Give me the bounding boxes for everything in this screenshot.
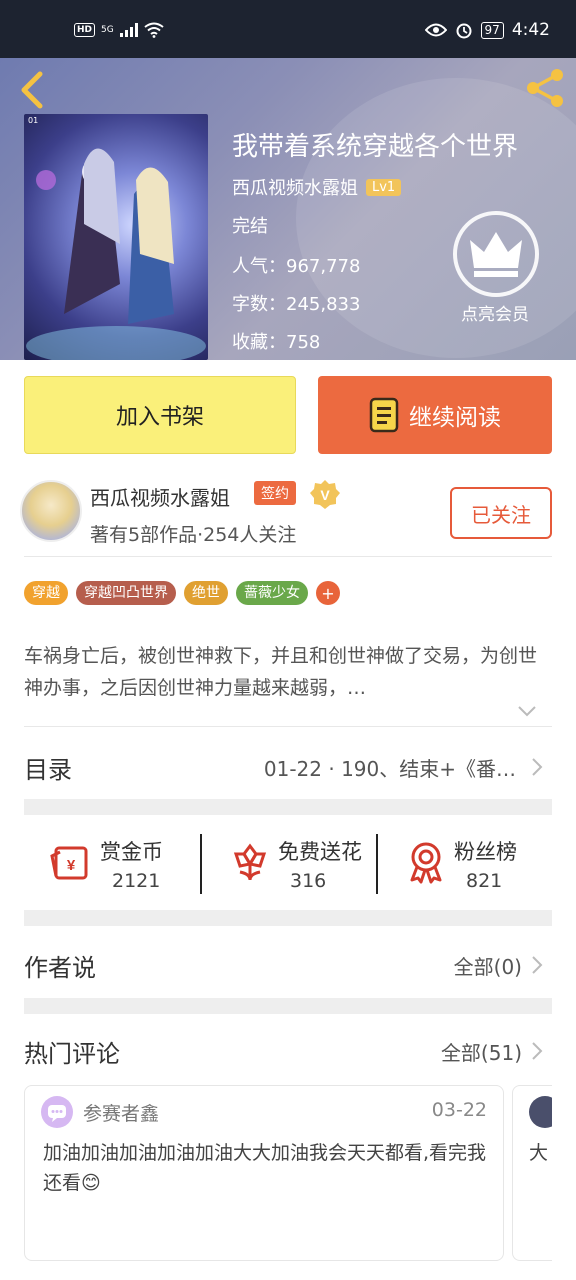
chevron-right-icon (532, 1042, 543, 1060)
stat-value: 2121 (112, 870, 161, 892)
hot-comments-header[interactable]: 热门评论 全部(51) (24, 1024, 552, 1078)
crown-icon[interactable] (452, 210, 540, 298)
chevron-right-icon (532, 956, 543, 974)
tag-item[interactable]: 蔷薇少女 (236, 581, 308, 605)
svg-text:V: V (320, 487, 330, 503)
cover-illustration (26, 148, 206, 360)
more-tags-button[interactable]: + (316, 581, 340, 605)
stat-label: 赏金币 (100, 840, 163, 864)
medal-icon (410, 842, 442, 884)
book-popularity: 人气：967,778 (232, 256, 361, 277)
stat-label: 粉丝榜 (454, 840, 517, 864)
stat-label: 免费送花 (278, 840, 362, 864)
share-icon[interactable] (524, 66, 566, 110)
comment-text: 加油加油加油加油加油大大加油我会天天都看,看完我还看😊 (43, 1142, 487, 1194)
battery-indicator: 97 (480, 21, 504, 39)
book-author[interactable]: 西瓜视频水露姐 (232, 174, 358, 200)
chevron-right-icon (532, 758, 543, 776)
comment-card[interactable]: 参赛者鑫 03-22 加油加油加油加油加油大大加油我会天天都看,看完我还看😊 (24, 1085, 504, 1261)
verified-v-icon: V (310, 480, 340, 509)
follow-button[interactable]: 已关注 (450, 487, 552, 539)
section-title: 作者说 (24, 953, 96, 982)
back-icon[interactable] (14, 70, 48, 110)
toc-latest-chapter: 01-22 · 190、结束+《番… (263, 756, 516, 781)
comment-avatar[interactable] (41, 1096, 73, 1128)
tag-item[interactable]: 绝世 (184, 581, 228, 605)
flower-icon (233, 843, 267, 881)
book-author-line: 西瓜视频水露姐 Lv1 (232, 174, 402, 200)
reward-coins-stat[interactable]: ¥ 赏金币 2121 (24, 828, 200, 902)
add-to-shelf-button[interactable]: 加入书架 (24, 376, 296, 454)
tag-list: 穿越 穿越凹凸世界 绝世 蔷薇少女 + (24, 581, 340, 605)
signed-badge: 签约 (254, 481, 296, 505)
book-favorites: 收藏：758 (232, 332, 321, 353)
continue-reading-label: 继续阅读 (409, 405, 501, 431)
red-envelope-icon: ¥ (50, 846, 88, 880)
comment-avatar[interactable] (529, 1096, 552, 1128)
eye-icon (424, 23, 447, 37)
follow-label: 已关注 (471, 502, 531, 527)
book-icon (369, 397, 399, 433)
svg-text:¥: ¥ (67, 857, 76, 874)
status-bar: HD 5G 97 4:42 (0, 0, 576, 58)
author-stats: 著有5部作品·254人关注 (90, 524, 297, 546)
author-level-badge: Lv1 (366, 178, 402, 196)
comment-date: 03-22 (431, 1099, 487, 1121)
cover-tag: 01 (28, 116, 39, 125)
book-description[interactable]: 车祸身亡后，被创世神救下，并且和创世神做了交易，为创世神办事，之后因创世神力量越… (24, 640, 550, 704)
expand-chevron-icon[interactable] (516, 700, 538, 722)
book-word-count: 字数：245,833 (232, 294, 361, 315)
author-avatar[interactable] (20, 480, 82, 542)
book-title: 我带着系统穿越各个世界 (232, 132, 519, 162)
book-status: 完结 (232, 216, 268, 237)
stat-value: 316 (290, 870, 327, 892)
network-indicator: 5G (101, 25, 114, 35)
alarm-icon (456, 23, 472, 39)
tag-item[interactable]: 穿越 (24, 581, 68, 605)
clock: 4:42 (511, 20, 550, 40)
table-of-contents-row[interactable]: 目录 01-22 · 190、结束+《番… (24, 740, 552, 794)
hd-indicator: HD (74, 23, 96, 37)
view-all-link: 全部(51) (440, 1040, 522, 1065)
author-name[interactable]: 西瓜视频水露姐 (90, 482, 230, 511)
fan-ranking-stat[interactable]: 粉丝榜 821 (378, 828, 554, 902)
divider (24, 726, 552, 727)
comment-card[interactable]: 大 (512, 1085, 552, 1261)
comment-text: 大 (529, 1142, 549, 1164)
add-to-shelf-label: 加入书架 (115, 405, 204, 430)
chat-bubble-icon (48, 1105, 66, 1122)
tag-item[interactable]: 穿越凹凸世界 (76, 581, 176, 605)
vip-label[interactable]: 点亮会员 (440, 300, 550, 325)
section-separator (24, 910, 552, 926)
continue-reading-button[interactable]: 继续阅读 (318, 376, 552, 454)
divider (24, 556, 552, 557)
view-all-link: 全部(0) (453, 954, 522, 979)
toc-label: 目录 (24, 755, 72, 784)
section-separator (24, 998, 552, 1014)
author-says-row[interactable]: 作者说 全部(0) (24, 938, 552, 992)
book-cover[interactable]: 01 (24, 114, 208, 360)
section-title: 热门评论 (24, 1039, 120, 1068)
wifi-icon (144, 22, 164, 38)
section-separator (24, 799, 552, 815)
free-flowers-stat[interactable]: 免费送花 316 (202, 828, 378, 902)
support-stats-row: ¥ 赏金币 2121 免费送花 316 粉丝榜 821 (24, 828, 552, 902)
comment-username[interactable]: 参赛者鑫 (83, 1099, 159, 1126)
signal-icon (119, 23, 138, 37)
stat-value: 821 (466, 870, 503, 892)
